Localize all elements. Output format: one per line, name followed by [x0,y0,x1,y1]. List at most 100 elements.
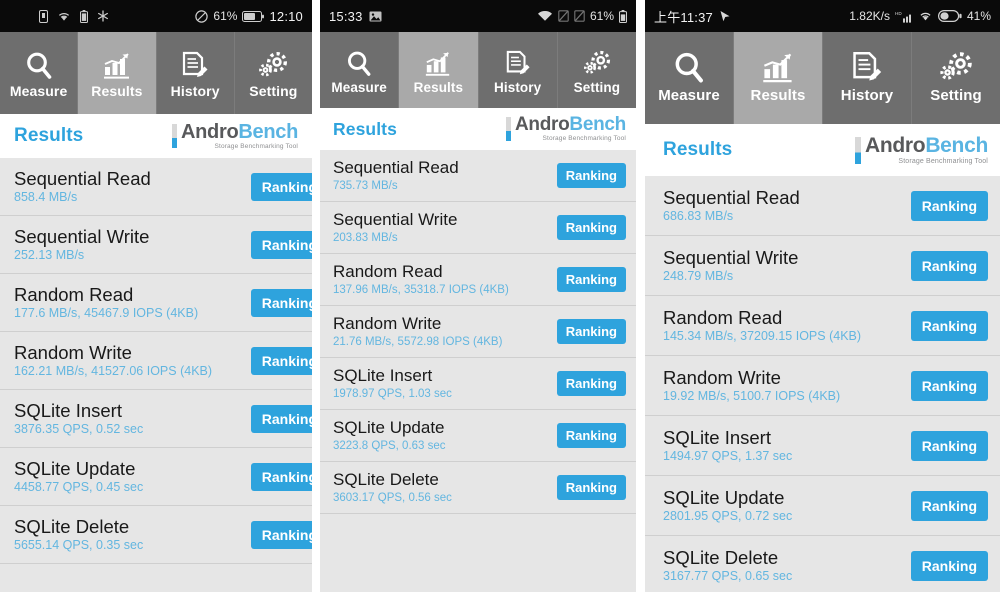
sim-card-icon [39,9,48,23]
ranking-button[interactable]: Ranking [910,370,988,401]
table-row[interactable]: Sequential Write 252.13 MB/s Ranking [0,216,312,274]
phone-screen-1: 61% 12:10 Measure Results History Settin… [0,0,312,592]
table-row[interactable]: SQLite Update 3223.8 QPS, 0.63 sec Ranking [320,410,636,462]
nav-tab-setting-2[interactable]: Setting [558,32,636,108]
table-row[interactable]: Sequential Read 735.73 MB/s Ranking [320,150,636,202]
table-row[interactable]: SQLite Insert 1494.97 QPS, 1.37 sec Rankin… [645,416,1000,476]
ranking-button[interactable]: Ranking [910,550,988,581]
result-name: SQLite Delete [14,515,130,537]
table-row[interactable]: Random Read 137.96 MB/s, 35318.7 IOPS (4K… [320,254,636,306]
ranking-button[interactable]: Ranking [250,230,312,259]
cursor-icon [719,10,731,23]
bar-chart-icon [761,51,795,85]
nav-tab-label: Results [750,87,806,105]
result-name: Sequential Write [333,210,458,230]
nav-tab-history-1[interactable]: History [157,32,235,114]
table-row[interactable]: SQLite Delete 3603.17 QPS, 0.56 sec Rankin… [320,462,636,514]
ranking-button[interactable]: Ranking [250,288,312,317]
ranking-button[interactable]: Ranking [250,404,312,433]
nav-tab-results-2[interactable]: Results [399,32,479,108]
ranking-button[interactable]: Ranking [556,267,626,292]
nav-tab-measure-3[interactable]: Measure [645,32,734,124]
status-bar-3: 上午11:37 1.82K/s HD 41% [645,0,1000,32]
result-name: Sequential Read [333,158,459,178]
ranking-button[interactable]: Ranking [910,490,988,521]
ranking-button[interactable]: Ranking [250,520,312,549]
logo-text-bench: Bench [569,114,626,136]
result-name: SQLite Insert [333,366,433,386]
result-name: SQLite Insert [14,399,122,421]
table-row[interactable]: Random Write 162.21 MB/s, 41527.06 IOPS (… [0,332,312,390]
table-row[interactable]: Sequential Write 203.83 MB/s Ranking [320,202,636,254]
nav-tab-results-3[interactable]: Results [734,32,823,124]
logo-text-andro: Andro [514,114,570,136]
ranking-button[interactable]: Ranking [910,190,988,221]
nav-tab-measure-1[interactable]: Measure [0,32,79,114]
result-value: 19.92 MB/s, 5100.7 IOPS (4KB) [663,389,841,404]
table-row[interactable]: Random Write 21.76 MB/s, 5572.98 IOPS (4K… [320,306,636,358]
ranking-button[interactable]: Ranking [556,215,626,240]
result-name: Sequential Read [663,186,800,208]
status-bar-left-icons-1 [39,9,109,23]
result-name: SQLite Delete [663,546,779,568]
results-list-2: Sequential Read 735.73 MB/s Ranking Sequen… [320,150,636,514]
ranking-button[interactable]: Ranking [556,475,626,500]
table-row[interactable]: Random Read 145.34 MB/s, 37209.15 IOPS (4… [645,296,1000,356]
battery-icon [80,9,88,23]
result-value: 145.34 MB/s, 37209.15 IOPS (4KB) [663,329,862,344]
table-row[interactable]: Sequential Read 686.83 MB/s Ranking [645,176,1000,236]
result-value: 3223.8 QPS, 0.63 sec [333,439,446,452]
table-row[interactable]: Sequential Read 858.4 MB/s Ranking [0,158,312,216]
table-row[interactable]: Random Write 19.92 MB/s, 5100.7 IOPS (4KB… [645,356,1000,416]
result-value: 3603.17 QPS, 0.56 sec [333,491,452,504]
result-value: 1978.97 QPS, 1.03 sec [333,387,452,400]
ranking-button[interactable]: Ranking [556,423,626,448]
nav-tab-history-3[interactable]: History [823,32,912,124]
table-row[interactable]: SQLite Delete 5655.14 QPS, 0.35 sec Rankin… [0,506,312,564]
table-row[interactable]: Random Read 177.6 MB/s, 45467.9 IOPS (4KB… [0,274,312,332]
result-value: 252.13 MB/s [14,248,85,263]
nav-tab-setting-3[interactable]: Setting [912,32,1000,124]
snowflake-icon [97,10,109,22]
result-value: 3876.35 QPS, 0.52 sec [14,422,144,437]
nav-tab-measure-2[interactable]: Measure [320,32,400,108]
table-row[interactable]: SQLite Delete 3167.77 QPS, 0.65 sec Rankin… [645,536,1000,592]
table-row[interactable]: SQLite Insert 3876.35 QPS, 0.52 sec Rankin… [0,390,312,448]
result-name: SQLite Delete [333,470,439,490]
result-value: 137.96 MB/s, 35318.7 IOPS (4KB) [333,283,509,296]
ranking-button[interactable]: Ranking [556,319,626,344]
ranking-button[interactable]: Ranking [910,250,988,281]
result-value: 858.4 MB/s [14,190,78,205]
result-name: SQLite Update [14,457,136,479]
table-row[interactable]: SQLite Update 2801.95 QPS, 0.72 sec Rankin… [645,476,1000,536]
ranking-button[interactable]: Ranking [250,462,312,491]
nav-tab-label: History [494,80,542,96]
table-row[interactable]: Sequential Write 248.79 MB/s Ranking [645,236,1000,296]
nav-tab-setting-1[interactable]: Setting [235,32,312,114]
table-row[interactable]: SQLite Insert 1978.97 QPS, 1.03 sec Rankin… [320,358,636,410]
gears-icon [257,47,289,81]
nav-tab-results-1[interactable]: Results [78,32,157,114]
do-not-disturb-icon [195,9,209,23]
ranking-button[interactable]: Ranking [250,172,312,201]
nav-tab-label: Setting [930,87,982,105]
gears-icon [582,44,612,78]
result-name: SQLite Update [663,486,785,508]
ranking-button[interactable]: Ranking [556,163,626,188]
magnifier-icon [346,44,372,78]
result-value: 203.83 MB/s [333,231,398,244]
svg-text:HD: HD [895,11,902,16]
network-speed-label: 1.82K/s [849,9,890,23]
ranking-button[interactable]: Ranking [910,430,988,461]
bar-chart-icon [102,47,132,81]
nav-tab-history-2[interactable]: History [479,32,558,108]
nav-tab-label: History [840,87,894,105]
image-icon [369,11,382,22]
table-row[interactable]: SQLite Update 4458.77 QPS, 0.45 sec Rankin… [0,448,312,506]
ranking-button[interactable]: Ranking [556,371,626,396]
wifi-icon [537,10,553,22]
ranking-button[interactable]: Ranking [250,346,312,375]
androbench-screenshot-comparison: 61% 12:10 Measure Results History Settin… [0,0,1000,592]
ranking-button[interactable]: Ranking [910,310,988,341]
logo-bar-icon [505,117,511,141]
